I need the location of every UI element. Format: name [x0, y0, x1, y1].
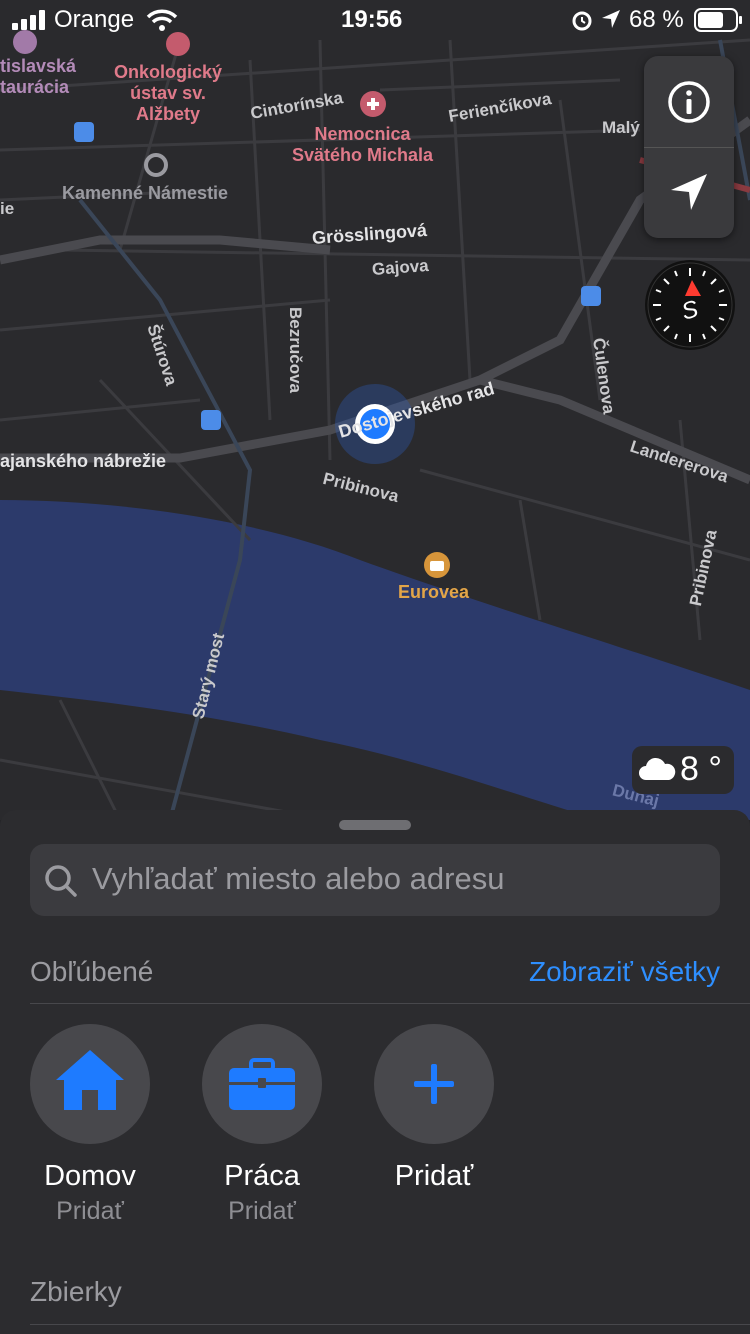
favorite-add[interactable]: Pridať	[374, 1024, 494, 1193]
signal-icon	[12, 10, 45, 30]
compass-button[interactable]: S	[645, 260, 735, 350]
street-label: Gajova	[371, 256, 430, 279]
favorite-home[interactable]: Domov Pridať	[30, 1024, 150, 1226]
clock: 19:56	[341, 6, 403, 33]
map-label-hospital[interactable]: Nemocnica Svätého Michala	[292, 124, 433, 166]
street-label: Malý	[602, 118, 640, 137]
cloud-icon	[639, 757, 676, 780]
alarm-icon	[572, 11, 592, 31]
home-icon	[56, 1050, 124, 1110]
street-label: ie	[0, 199, 15, 218]
tram-icon	[74, 122, 94, 142]
favorite-sublabel: Pridať	[56, 1197, 124, 1225]
location-services-icon	[602, 10, 620, 28]
battery-percent: 68 %	[629, 6, 684, 33]
map-info-button[interactable]	[644, 56, 734, 147]
favorite-work[interactable]: Práca Pridať	[202, 1024, 322, 1226]
info-icon	[668, 81, 710, 123]
search-placeholder: Vyhľadať miesto alebo adresu	[92, 861, 505, 896]
search-icon	[45, 865, 77, 897]
favorite-sublabel: Pridať	[228, 1197, 296, 1225]
favorite-home-circle[interactable]	[30, 1024, 150, 1144]
street-label: Bezručova	[285, 307, 305, 393]
map-controls	[644, 56, 734, 238]
weather-badge: 8 °	[632, 746, 734, 794]
bottom-sheet: Vyhľadať miesto alebo adresu Obľúbené Zo…	[0, 810, 750, 1334]
location-arrow-icon	[671, 174, 707, 210]
briefcase-icon	[229, 1058, 295, 1110]
tram-icon	[201, 410, 221, 430]
bus-icon	[581, 286, 601, 306]
favorite-label: Pridať	[394, 1160, 474, 1192]
plus-icon	[414, 1064, 454, 1104]
status-bar: Orange 19:56 68 %	[0, 0, 750, 40]
wifi-icon	[146, 9, 178, 31]
favorite-add-circle[interactable]	[374, 1024, 494, 1144]
divider	[30, 1324, 750, 1325]
map-label-oncology[interactable]: Onkologický ústav sv. Alžbety	[114, 62, 222, 125]
divider	[30, 1003, 750, 1004]
map-label-eurovea[interactable]: Eurovea	[398, 582, 469, 603]
show-all-favorites-link[interactable]: Zobraziť všetky	[529, 956, 720, 988]
favorite-work-circle[interactable]	[202, 1024, 322, 1144]
search-field[interactable]: Vyhľadať miesto alebo adresu	[30, 844, 720, 916]
current-location-button[interactable]	[644, 148, 734, 238]
street-label: ajanského nábrežie	[0, 451, 167, 471]
carrier-name: Orange	[54, 6, 135, 33]
favorite-label: Práca	[224, 1160, 300, 1192]
map-view[interactable]: tislavská taurácia Onkologický ústav sv.…	[0, 0, 750, 820]
weather-temp: 8 °	[680, 750, 722, 788]
favorite-label: Domov	[44, 1160, 136, 1192]
favorites-title: Obľúbené	[30, 956, 154, 987]
sheet-grabber[interactable]	[339, 820, 411, 830]
battery-icon	[694, 8, 742, 32]
map-label-restaurant[interactable]: tislavská taurácia	[0, 56, 76, 98]
collections-title[interactable]: Zbierky	[30, 1276, 122, 1308]
map-label-square[interactable]: Kamenné Námestie	[62, 183, 228, 204]
